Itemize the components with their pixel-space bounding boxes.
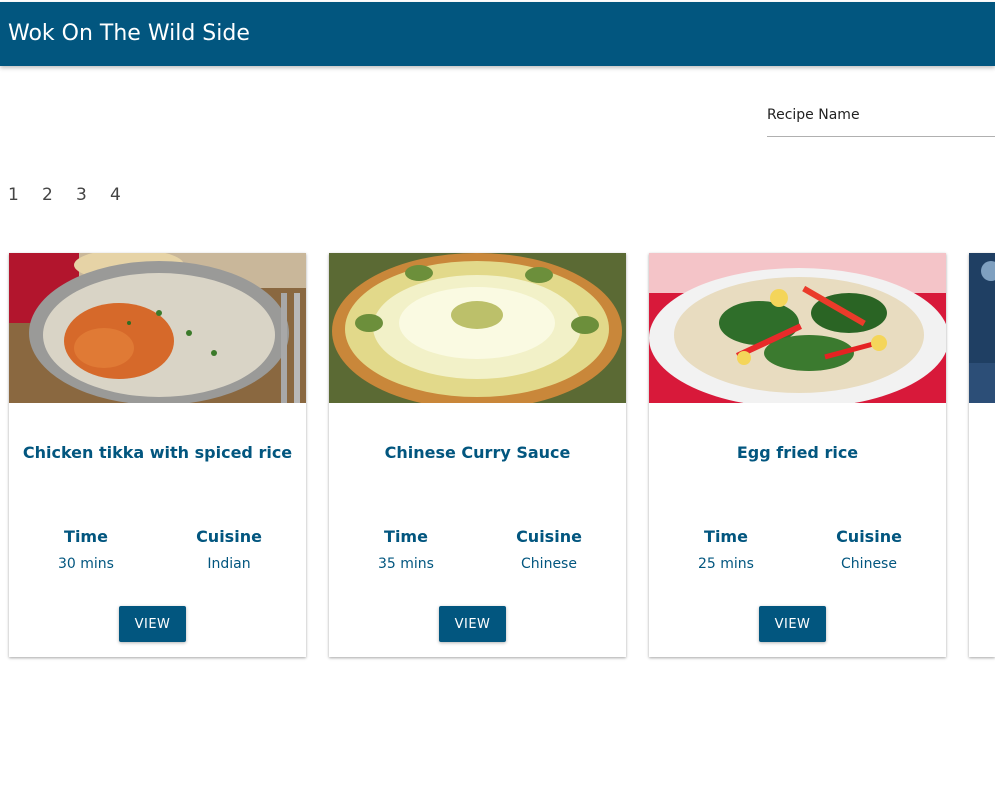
- view-button[interactable]: VIEW: [439, 606, 506, 642]
- page-link-1[interactable]: 1: [8, 185, 42, 207]
- time-value: 30 mins: [58, 556, 114, 572]
- recipe-search-field[interactable]: [767, 98, 995, 137]
- app-title: Wok On The Wild Side: [8, 21, 250, 46]
- chinese-curry-sauce-image[interactable]: [329, 253, 626, 403]
- cuisine-value: Indian: [207, 556, 251, 572]
- cuisine-label: Cuisine: [196, 527, 262, 546]
- cuisine-value: Chinese: [521, 556, 577, 572]
- recipe-title: Chicken tikka with spiced rice: [22, 443, 293, 462]
- cuisine-label: Cuisine: [836, 527, 902, 546]
- view-button[interactable]: VIEW: [119, 606, 186, 642]
- time-label: Time: [384, 527, 428, 546]
- recipe-card-partial: [969, 253, 995, 657]
- egg-fried-rice-image[interactable]: [649, 253, 946, 403]
- time-label: Time: [64, 527, 108, 546]
- recipe-title: Egg fried rice: [736, 443, 859, 462]
- time-label: Time: [704, 527, 748, 546]
- cuisine-label: Cuisine: [516, 527, 582, 546]
- app-header: Wok On The Wild Side: [0, 2, 995, 66]
- recipe-card: Chicken tikka with spiced rice Time 30 m…: [9, 253, 306, 657]
- page-link-4[interactable]: 4: [110, 185, 144, 207]
- recipe-card: Egg fried rice Time 25 mins Cuisine Chin…: [649, 253, 946, 657]
- page-link-3[interactable]: 3: [76, 185, 110, 207]
- view-button[interactable]: VIEW: [759, 606, 826, 642]
- recipe-title: Chinese Curry Sauce: [384, 443, 571, 462]
- recipe-search-input[interactable]: [767, 98, 995, 132]
- recipe-card: Chinese Curry Sauce Time 35 mins Cuisine…: [329, 253, 626, 657]
- pagination: 1 2 3 4: [8, 185, 144, 207]
- recipe-image-partial[interactable]: [969, 253, 995, 403]
- time-value: 25 mins: [698, 556, 754, 572]
- cuisine-value: Chinese: [841, 556, 897, 572]
- chicken-tikka-image[interactable]: [9, 253, 306, 403]
- time-value: 35 mins: [378, 556, 434, 572]
- page-link-2[interactable]: 2: [42, 185, 76, 207]
